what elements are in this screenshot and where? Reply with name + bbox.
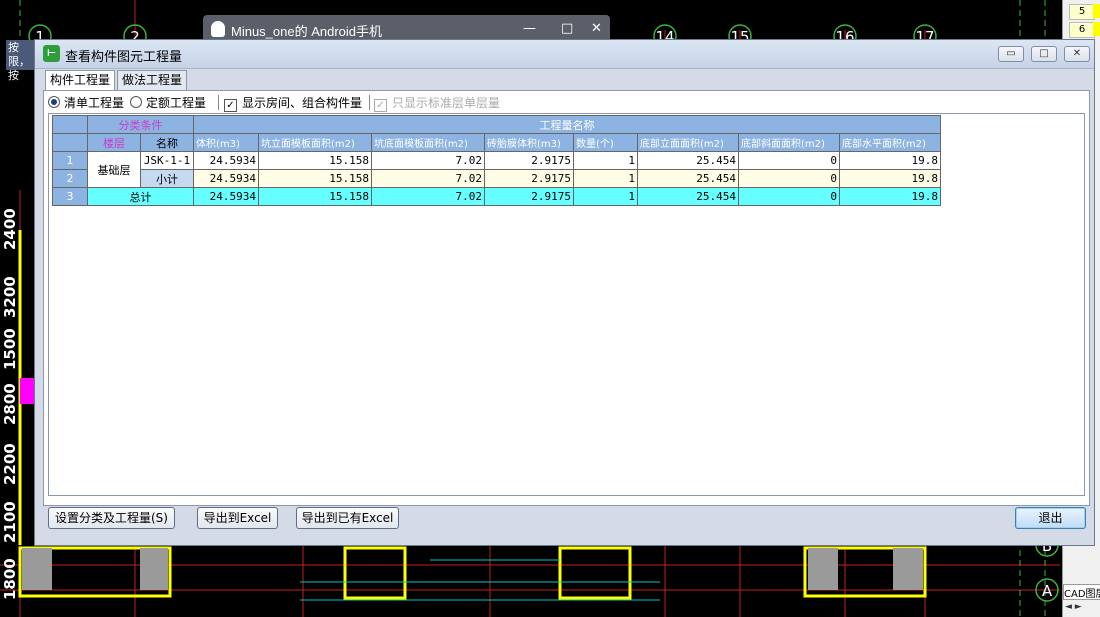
maximize-icon[interactable]: □ bbox=[561, 21, 573, 36]
corner-cell bbox=[52, 115, 88, 134]
column-header[interactable]: 砖胎膜体积(m3) bbox=[484, 133, 574, 152]
value-cell[interactable]: 19.8 bbox=[839, 151, 941, 170]
group-header-quantity: 工程量名称 bbox=[193, 115, 941, 134]
column-header[interactable]: 坑立面模板面积(m2) bbox=[258, 133, 372, 152]
value-cell[interactable]: 7.02 bbox=[371, 151, 485, 170]
total-cell[interactable]: 1 bbox=[573, 187, 638, 206]
dialog-titlebar[interactable]: ⊢ 查看构件图元工程量 ▭ □ ✕ bbox=[35, 40, 1094, 69]
radio-qingdan-label: 清单工程量 bbox=[64, 96, 125, 110]
ruler-label: 1800 bbox=[1, 558, 19, 600]
value-cell[interactable]: 0 bbox=[738, 169, 840, 188]
value-cell[interactable]: 25.454 bbox=[637, 169, 739, 188]
column-header[interactable]: 体积(m3) bbox=[193, 133, 259, 152]
total-cell[interactable]: 0 bbox=[738, 187, 840, 206]
ruler-label: 2800 bbox=[1, 383, 19, 425]
value-cell[interactable]: 24.5934 bbox=[193, 169, 259, 188]
quantity-dialog: ⊢ 查看构件图元工程量 ▭ □ ✕ 构件工程量 做法工程量 清单工程量 定额工程… bbox=[34, 39, 1095, 546]
app-icon: ⊢ bbox=[43, 45, 60, 62]
group-header-classification: 分类条件 bbox=[87, 115, 194, 134]
column-header[interactable]: 底部水平面积(m2) bbox=[839, 133, 941, 152]
value-cell[interactable]: 19.8 bbox=[839, 169, 941, 188]
close-icon[interactable]: ✕ bbox=[591, 21, 602, 36]
total-cell[interactable]: 19.8 bbox=[839, 187, 941, 206]
ruler-label: 3200 bbox=[1, 276, 19, 318]
value-cell[interactable]: 7.02 bbox=[371, 169, 485, 188]
quantity-table: 分类条件 工程量名称 楼层 名称 体积(m3) 坑立面模板面积(m2) 坑底面模… bbox=[52, 115, 941, 206]
layer-cell[interactable]: 5 bbox=[1069, 4, 1095, 20]
tab-component-quantity[interactable]: 构件工程量 bbox=[45, 70, 115, 91]
axis-letter: A bbox=[1042, 582, 1053, 600]
layer-color-swatch bbox=[1093, 4, 1100, 18]
checkbox-disabled-icon: ✓ bbox=[374, 99, 387, 112]
settings-button[interactable]: 设置分类及工程量(S) bbox=[48, 507, 175, 529]
checkbox-std-floor-label: 只显示标准层单层量 bbox=[392, 96, 501, 110]
tab-content: 清单工程量 定额工程量 ✓ 显示房间、组合构件量 ✓ 只显示标准层单层量 分类条件 … bbox=[43, 90, 1090, 506]
total-cell[interactable]: 15.158 bbox=[258, 187, 372, 206]
tab-method-quantity[interactable]: 做法工程量 bbox=[117, 70, 187, 90]
value-cell[interactable]: 2.9175 bbox=[484, 151, 574, 170]
cad-layer-tab[interactable]: CAD图层 bbox=[1063, 584, 1100, 600]
value-cell[interactable]: 0 bbox=[738, 151, 840, 170]
divider bbox=[218, 95, 219, 110]
column-header-level[interactable]: 楼层 bbox=[87, 133, 141, 152]
value-cell[interactable]: 1 bbox=[573, 151, 638, 170]
total-cell[interactable]: 7.02 bbox=[371, 187, 485, 206]
corner-cell bbox=[52, 133, 88, 152]
total-cell[interactable]: 2.9175 bbox=[484, 187, 574, 206]
total-row[interactable]: 3 总计 24.5934 15.158 7.02 2.9175 1 25.454… bbox=[52, 187, 941, 206]
checkbox-std-floor[interactable]: ✓ 只显示标准层单层量 bbox=[374, 94, 500, 112]
export-excel-button[interactable]: 导出到Excel bbox=[197, 507, 278, 529]
value-cell[interactable]: 15.158 bbox=[258, 169, 372, 188]
ruler-label: 2200 bbox=[1, 443, 19, 485]
column-header[interactable]: 底部斜面面积(m2) bbox=[738, 133, 840, 152]
export-existing-excel-button[interactable]: 导出到已有Excel bbox=[296, 507, 399, 529]
value-cell[interactable]: 24.5934 bbox=[193, 151, 259, 170]
column-header[interactable]: 数量(个) bbox=[573, 133, 638, 152]
column-header[interactable]: 底部立面面积(m2) bbox=[637, 133, 739, 152]
table-row[interactable]: 1 基础层 JSK-1-1 24.5934 15.158 7.02 2.9175… bbox=[52, 151, 941, 188]
exit-button[interactable]: 退出 bbox=[1015, 507, 1086, 529]
layer-cell[interactable]: 6 bbox=[1069, 22, 1095, 38]
radio-qingdan[interactable]: 清单工程量 bbox=[48, 94, 124, 112]
radio-dinge-label: 定额工程量 bbox=[146, 96, 207, 110]
row-number: 3 bbox=[52, 187, 88, 206]
penguin-icon bbox=[211, 21, 225, 37]
radio-dinge[interactable]: 定额工程量 bbox=[130, 94, 206, 112]
value-cell[interactable]: 15.158 bbox=[258, 151, 372, 170]
radio-icon bbox=[130, 96, 142, 108]
minimize-button[interactable]: ▭ bbox=[998, 46, 1024, 62]
total-cell[interactable]: 25.454 bbox=[637, 187, 739, 206]
value-cell[interactable]: 25.454 bbox=[637, 151, 739, 170]
layer-color-swatch bbox=[1093, 22, 1100, 36]
maximize-button[interactable]: □ bbox=[1031, 46, 1057, 62]
ruler-label: 2400 bbox=[1, 208, 19, 250]
column-header-name[interactable]: 名称 bbox=[140, 133, 194, 152]
checkbox-checked-icon: ✓ bbox=[224, 99, 237, 112]
radio-selected-icon bbox=[48, 96, 60, 108]
checkbox-show-room-label: 显示房间、组合构件量 bbox=[242, 96, 363, 110]
minimize-icon[interactable]: — bbox=[523, 21, 536, 36]
ruler-label: 2100 bbox=[1, 501, 19, 543]
phone-window-title: Minus_one的 Android手机 bbox=[231, 24, 383, 39]
close-button[interactable]: ✕ bbox=[1064, 46, 1090, 62]
value-cell[interactable]: 2.9175 bbox=[484, 169, 574, 188]
value-cell[interactable]: 1 bbox=[573, 169, 638, 188]
dialog-title: 查看构件图元工程量 bbox=[65, 50, 183, 65]
divider bbox=[369, 95, 370, 110]
ruler-label: 1500 bbox=[1, 328, 19, 370]
total-cell[interactable]: 24.5934 bbox=[193, 187, 259, 206]
row-number: 2 bbox=[52, 169, 88, 188]
subtotal-label[interactable]: 小计 bbox=[140, 169, 194, 188]
level-cell[interactable]: 基础层 bbox=[87, 151, 141, 188]
total-label[interactable]: 总计 bbox=[87, 187, 194, 206]
row-number: 1 bbox=[52, 151, 88, 170]
table-row[interactable]: 2 小计 24.5934 15.158 7.02 2.9175 1 25.454… bbox=[52, 169, 941, 188]
column-header[interactable]: 坑底面模板面积(m2) bbox=[371, 133, 485, 152]
checkbox-show-room[interactable]: ✓ 显示房间、组合构件量 bbox=[224, 94, 362, 112]
scroll-arrows-icon[interactable]: ◄ ► bbox=[1065, 602, 1082, 612]
name-cell[interactable]: JSK-1-1 bbox=[140, 151, 194, 170]
quantity-grid: 分类条件 工程量名称 楼层 名称 体积(m3) 坑立面模板面积(m2) 坑底面模… bbox=[48, 113, 1085, 496]
